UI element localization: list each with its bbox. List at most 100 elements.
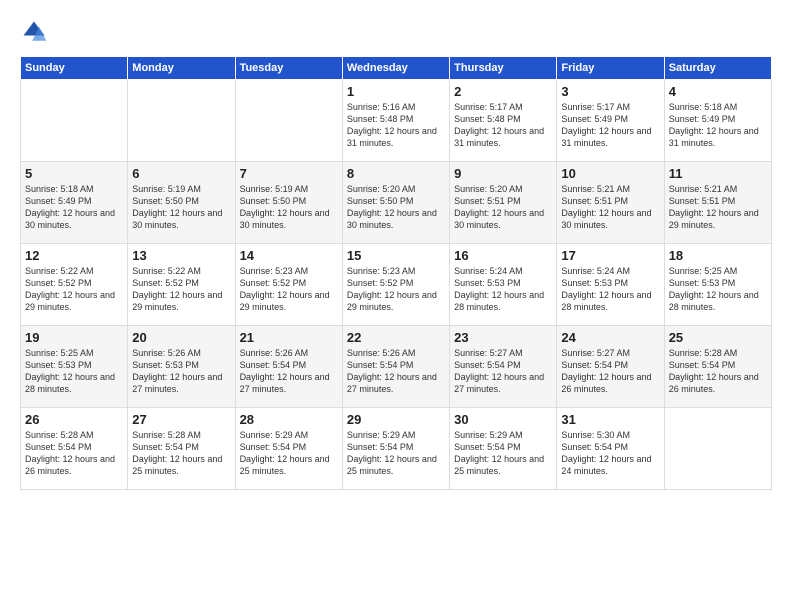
weekday-header: Monday bbox=[128, 57, 235, 80]
calendar-cell bbox=[235, 80, 342, 162]
calendar-cell bbox=[128, 80, 235, 162]
day-number: 6 bbox=[132, 166, 230, 181]
calendar-cell: 14 Sunrise: 5:23 AM Sunset: 5:52 PM Dayli… bbox=[235, 244, 342, 326]
calendar-cell: 16 Sunrise: 5:24 AM Sunset: 5:53 PM Dayli… bbox=[450, 244, 557, 326]
day-number: 11 bbox=[669, 166, 767, 181]
day-number: 19 bbox=[25, 330, 123, 345]
day-number: 26 bbox=[25, 412, 123, 427]
day-number: 17 bbox=[561, 248, 659, 263]
calendar-cell: 26 Sunrise: 5:28 AM Sunset: 5:54 PM Dayli… bbox=[21, 408, 128, 490]
day-number: 14 bbox=[240, 248, 338, 263]
day-number: 12 bbox=[25, 248, 123, 263]
day-info: Sunrise: 5:28 AM Sunset: 5:54 PM Dayligh… bbox=[132, 429, 230, 478]
calendar-cell: 2Sunrise: 5:17 AM Sunset: 5:48 PM Daylig… bbox=[450, 80, 557, 162]
day-number: 18 bbox=[669, 248, 767, 263]
day-number: 3 bbox=[561, 84, 659, 99]
day-info: Sunrise: 5:30 AM Sunset: 5:54 PM Dayligh… bbox=[561, 429, 659, 478]
day-number: 7 bbox=[240, 166, 338, 181]
calendar-cell: 21Sunrise: 5:26 AM Sunset: 5:54 PM Dayli… bbox=[235, 326, 342, 408]
day-info: Sunrise: 5:23 AM Sunset: 5:52 PM Dayligh… bbox=[240, 265, 338, 314]
day-info: Sunrise: 5:19 AM Sunset: 5:50 PM Dayligh… bbox=[240, 183, 338, 232]
day-info: Sunrise: 5:29 AM Sunset: 5:54 PM Dayligh… bbox=[454, 429, 552, 478]
day-number: 27 bbox=[132, 412, 230, 427]
logo bbox=[20, 18, 52, 46]
calendar-week-row: 5Sunrise: 5:18 AM Sunset: 5:49 PM Daylig… bbox=[21, 162, 772, 244]
weekday-header: Tuesday bbox=[235, 57, 342, 80]
day-info: Sunrise: 5:28 AM Sunset: 5:54 PM Dayligh… bbox=[25, 429, 123, 478]
calendar-cell: 22Sunrise: 5:26 AM Sunset: 5:54 PM Dayli… bbox=[342, 326, 449, 408]
day-number: 8 bbox=[347, 166, 445, 181]
day-info: Sunrise: 5:25 AM Sunset: 5:53 PM Dayligh… bbox=[25, 347, 123, 396]
calendar-cell: 12 Sunrise: 5:22 AM Sunset: 5:52 PM Dayli… bbox=[21, 244, 128, 326]
calendar-cell: 29 Sunrise: 5:29 AM Sunset: 5:54 PM Dayli… bbox=[342, 408, 449, 490]
calendar-cell bbox=[21, 80, 128, 162]
calendar-cell: 5Sunrise: 5:18 AM Sunset: 5:49 PM Daylig… bbox=[21, 162, 128, 244]
calendar-header-row: SundayMondayTuesdayWednesdayThursdayFrid… bbox=[21, 57, 772, 80]
calendar-cell: 23Sunrise: 5:27 AM Sunset: 5:54 PM Dayli… bbox=[450, 326, 557, 408]
calendar-table: SundayMondayTuesdayWednesdayThursdayFrid… bbox=[20, 56, 772, 490]
day-number: 22 bbox=[347, 330, 445, 345]
day-info: Sunrise: 5:22 AM Sunset: 5:52 PM Dayligh… bbox=[25, 265, 123, 314]
weekday-header: Wednesday bbox=[342, 57, 449, 80]
day-number: 30 bbox=[454, 412, 552, 427]
calendar-cell: 6 Sunrise: 5:19 AM Sunset: 5:50 PM Daylig… bbox=[128, 162, 235, 244]
day-number: 25 bbox=[669, 330, 767, 345]
calendar-cell: 25 Sunrise: 5:28 AM Sunset: 5:54 PM Dayli… bbox=[664, 326, 771, 408]
day-info: Sunrise: 5:18 AM Sunset: 5:49 PM Dayligh… bbox=[25, 183, 123, 232]
day-info: Sunrise: 5:27 AM Sunset: 5:54 PM Dayligh… bbox=[561, 347, 659, 396]
day-info: Sunrise: 5:22 AM Sunset: 5:52 PM Dayligh… bbox=[132, 265, 230, 314]
day-info: Sunrise: 5:18 AM Sunset: 5:49 PM Dayligh… bbox=[669, 101, 767, 150]
calendar-week-row: 26 Sunrise: 5:28 AM Sunset: 5:54 PM Dayli… bbox=[21, 408, 772, 490]
day-info: Sunrise: 5:21 AM Sunset: 5:51 PM Dayligh… bbox=[561, 183, 659, 232]
day-info: Sunrise: 5:24 AM Sunset: 5:53 PM Dayligh… bbox=[561, 265, 659, 314]
calendar-cell bbox=[664, 408, 771, 490]
day-info: Sunrise: 5:19 AM Sunset: 5:50 PM Dayligh… bbox=[132, 183, 230, 232]
day-number: 13 bbox=[132, 248, 230, 263]
day-number: 28 bbox=[240, 412, 338, 427]
calendar-cell: 24Sunrise: 5:27 AM Sunset: 5:54 PM Dayli… bbox=[557, 326, 664, 408]
day-info: Sunrise: 5:16 AM Sunset: 5:48 PM Dayligh… bbox=[347, 101, 445, 150]
day-number: 23 bbox=[454, 330, 552, 345]
day-info: Sunrise: 5:23 AM Sunset: 5:52 PM Dayligh… bbox=[347, 265, 445, 314]
day-number: 1 bbox=[347, 84, 445, 99]
calendar-week-row: 12 Sunrise: 5:22 AM Sunset: 5:52 PM Dayli… bbox=[21, 244, 772, 326]
calendar-cell: 1 Sunrise: 5:16 AM Sunset: 5:48 PM Daylig… bbox=[342, 80, 449, 162]
day-number: 29 bbox=[347, 412, 445, 427]
weekday-header: Sunday bbox=[21, 57, 128, 80]
calendar-cell: 11Sunrise: 5:21 AM Sunset: 5:51 PM Dayli… bbox=[664, 162, 771, 244]
day-number: 31 bbox=[561, 412, 659, 427]
day-info: Sunrise: 5:17 AM Sunset: 5:49 PM Dayligh… bbox=[561, 101, 659, 150]
day-info: Sunrise: 5:29 AM Sunset: 5:54 PM Dayligh… bbox=[240, 429, 338, 478]
day-number: 16 bbox=[454, 248, 552, 263]
calendar-week-row: 19 Sunrise: 5:25 AM Sunset: 5:53 PM Dayli… bbox=[21, 326, 772, 408]
day-number: 20 bbox=[132, 330, 230, 345]
day-info: Sunrise: 5:17 AM Sunset: 5:48 PM Dayligh… bbox=[454, 101, 552, 150]
calendar-week-row: 1 Sunrise: 5:16 AM Sunset: 5:48 PM Daylig… bbox=[21, 80, 772, 162]
calendar-cell: 7 Sunrise: 5:19 AM Sunset: 5:50 PM Daylig… bbox=[235, 162, 342, 244]
day-info: Sunrise: 5:28 AM Sunset: 5:54 PM Dayligh… bbox=[669, 347, 767, 396]
calendar-cell: 31 Sunrise: 5:30 AM Sunset: 5:54 PM Dayli… bbox=[557, 408, 664, 490]
calendar-cell: 4Sunrise: 5:18 AM Sunset: 5:49 PM Daylig… bbox=[664, 80, 771, 162]
calendar-cell: 10 Sunrise: 5:21 AM Sunset: 5:51 PM Dayli… bbox=[557, 162, 664, 244]
day-number: 10 bbox=[561, 166, 659, 181]
header bbox=[20, 18, 772, 46]
day-info: Sunrise: 5:25 AM Sunset: 5:53 PM Dayligh… bbox=[669, 265, 767, 314]
weekday-header: Saturday bbox=[664, 57, 771, 80]
day-info: Sunrise: 5:26 AM Sunset: 5:53 PM Dayligh… bbox=[132, 347, 230, 396]
calendar-cell: 19 Sunrise: 5:25 AM Sunset: 5:53 PM Dayli… bbox=[21, 326, 128, 408]
calendar-cell: 15 Sunrise: 5:23 AM Sunset: 5:52 PM Dayli… bbox=[342, 244, 449, 326]
day-info: Sunrise: 5:24 AM Sunset: 5:53 PM Dayligh… bbox=[454, 265, 552, 314]
day-number: 9 bbox=[454, 166, 552, 181]
calendar-cell: 27 Sunrise: 5:28 AM Sunset: 5:54 PM Dayli… bbox=[128, 408, 235, 490]
calendar-cell: 8Sunrise: 5:20 AM Sunset: 5:50 PM Daylig… bbox=[342, 162, 449, 244]
day-info: Sunrise: 5:29 AM Sunset: 5:54 PM Dayligh… bbox=[347, 429, 445, 478]
calendar-cell: 28 Sunrise: 5:29 AM Sunset: 5:54 PM Dayli… bbox=[235, 408, 342, 490]
calendar-cell: 20 Sunrise: 5:26 AM Sunset: 5:53 PM Dayli… bbox=[128, 326, 235, 408]
day-number: 15 bbox=[347, 248, 445, 263]
weekday-header: Friday bbox=[557, 57, 664, 80]
logo-icon bbox=[20, 18, 48, 46]
day-number: 21 bbox=[240, 330, 338, 345]
calendar-cell: 9Sunrise: 5:20 AM Sunset: 5:51 PM Daylig… bbox=[450, 162, 557, 244]
calendar-cell: 13 Sunrise: 5:22 AM Sunset: 5:52 PM Dayli… bbox=[128, 244, 235, 326]
calendar-cell: 17 Sunrise: 5:24 AM Sunset: 5:53 PM Dayli… bbox=[557, 244, 664, 326]
